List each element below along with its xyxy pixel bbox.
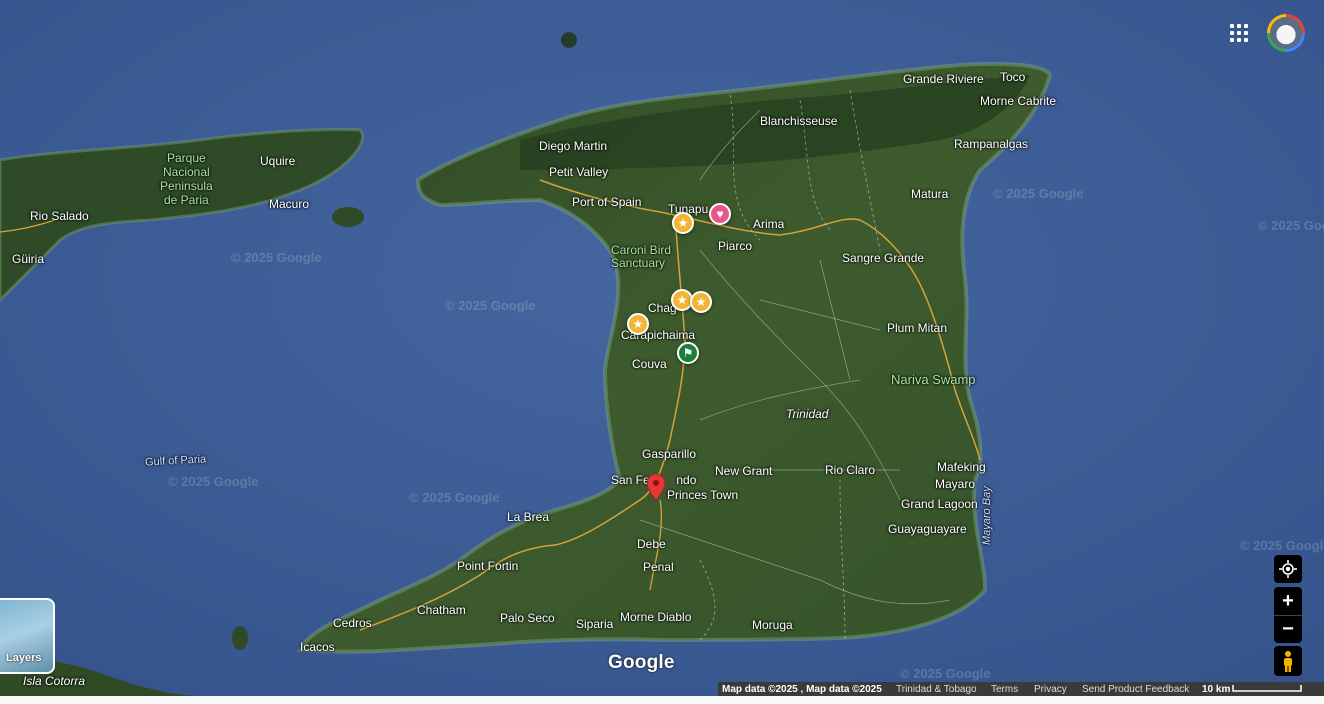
place-label: Macuro	[269, 197, 310, 211]
place-label: Uquire	[260, 154, 296, 168]
place-label: Moruga	[752, 618, 793, 632]
pegman-icon	[1284, 651, 1292, 672]
place-label: La Brea	[507, 510, 550, 524]
street-view-pegman-button[interactable]	[1274, 646, 1302, 676]
place-label: Mafeking	[937, 460, 986, 474]
place-label: Cedros	[333, 616, 372, 630]
place-label: Gasparillo	[642, 447, 697, 461]
scale-bar	[1232, 685, 1302, 692]
map-watermark: © 2025 Google	[993, 186, 1084, 201]
place-label: Port of Spain	[572, 195, 642, 209]
map-watermark: © 2025 Google	[1258, 218, 1324, 233]
place-label: Caroni Bird Sanctuary	[611, 243, 672, 270]
location-red-pin[interactable]	[647, 474, 665, 502]
place-label: Blanchisseuse	[760, 114, 838, 128]
place-label: Nariva Swamp	[891, 372, 976, 387]
place-label: Rio Claro	[825, 463, 876, 477]
place-label: Point Fortin	[457, 559, 519, 573]
crosshair-icon	[1279, 560, 1297, 578]
place-label: Penal	[643, 560, 674, 574]
apps-grid-icon[interactable]	[1228, 22, 1250, 44]
zoom-out-button[interactable]: −	[1274, 615, 1302, 643]
place-label: Rio Salado	[30, 209, 89, 223]
place-label: Palo Seco	[500, 611, 555, 625]
map-watermark: © 2025 Google	[168, 474, 259, 489]
map-watermark: © 2025 Google	[231, 250, 322, 265]
map-imagery	[0, 0, 1324, 696]
bottom-edge	[0, 696, 1324, 704]
account-avatar[interactable]	[1267, 14, 1305, 52]
map-data-attribution: Map data ©2025 , Map data ©2025	[722, 684, 882, 695]
flag-pin[interactable]: ⚑	[677, 342, 699, 364]
my-location-button[interactable]	[1274, 555, 1302, 583]
place-label: Trinidad	[786, 407, 829, 421]
map-watermark: © 2025 Google	[1240, 538, 1324, 553]
region-link[interactable]: Trinidad & Tobago	[896, 683, 977, 696]
saved-place-star-pin[interactable]: ★	[672, 212, 694, 234]
layers-label: Layers	[6, 652, 42, 664]
place-label: Parque Nacional Peninsula de Paria	[160, 151, 213, 207]
place-label: Piarco	[718, 239, 753, 253]
map-watermark: © 2025 Google	[900, 666, 991, 681]
place-label: Mayaro	[935, 477, 976, 491]
scale-label[interactable]: 10 km	[1202, 683, 1230, 696]
layers-button[interactable]: Layers	[0, 598, 55, 674]
place-label: Plum Mitan	[887, 321, 948, 335]
place-label: Isla Cotorra	[23, 674, 86, 688]
place-label: Petit Valley	[549, 165, 609, 179]
place-label: Sangre Grande	[842, 251, 925, 265]
place-label: Morne Diablo	[620, 610, 692, 624]
google-logo: Google	[608, 652, 675, 673]
place-label: Debe	[637, 537, 666, 551]
favorite-heart-pin[interactable]: ♥	[709, 203, 731, 225]
place-label: Icacos	[300, 640, 335, 654]
place-label: Diego Martin	[539, 139, 608, 153]
place-label: Guayaguayare	[888, 522, 967, 536]
map-watermark: © 2025 Google	[445, 298, 536, 313]
place-label: Siparia	[576, 617, 614, 631]
place-label: Morne Cabrite	[980, 94, 1057, 108]
water-label: Mayaro Bay	[981, 486, 993, 545]
place-label: Chatham	[417, 603, 466, 617]
place-label: Rampanalgas	[954, 137, 1029, 151]
place-label: Arima	[753, 217, 785, 231]
place-label: Couva	[632, 357, 667, 371]
place-label: New Grant	[715, 464, 773, 478]
send-feedback-link[interactable]: Send Product Feedback	[1082, 683, 1189, 696]
place-label: Princes Town	[667, 488, 739, 502]
map-watermark: © 2025 Google	[409, 490, 500, 505]
satellite-map[interactable]: © 2025 Google © 2025 Google © 2025 Googl…	[0, 0, 1324, 696]
terms-link[interactable]: Terms	[991, 683, 1018, 696]
privacy-link[interactable]: Privacy	[1034, 683, 1067, 696]
place-label: Grande Riviere	[903, 72, 984, 86]
saved-place-star-pin[interactable]: ★	[627, 313, 649, 335]
place-label: Grand Lagoon	[901, 497, 978, 511]
saved-place-star-pin[interactable]: ★	[690, 291, 712, 313]
place-label: Toco	[1000, 70, 1026, 84]
zoom-in-button[interactable]: +	[1274, 587, 1302, 615]
place-label: Matura	[911, 187, 949, 201]
place-label: Güiria	[12, 252, 45, 266]
